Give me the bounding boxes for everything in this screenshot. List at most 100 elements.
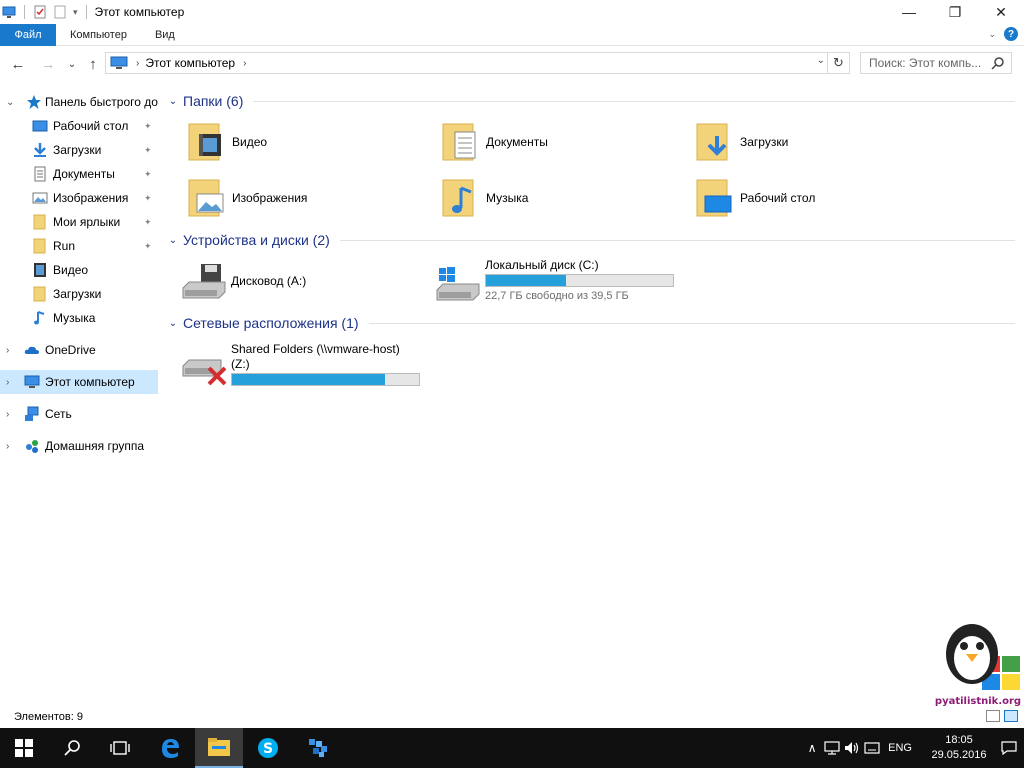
- sidebar-item-label: Музыка: [53, 311, 96, 325]
- video-icon: [34, 263, 46, 277]
- minimize-button[interactable]: —: [886, 0, 932, 24]
- clock-date: 29.05.2016: [931, 749, 987, 761]
- edge-icon: [162, 739, 179, 758]
- drive-usage-fill: [232, 374, 386, 385]
- folder-videos[interactable]: Видео: [165, 118, 415, 166]
- properties-icon[interactable]: [33, 5, 47, 19]
- address-dropdown-button[interactable]: ⌄: [817, 55, 825, 66]
- sidebar-item-label: OneDrive: [45, 343, 96, 357]
- desktop-folder-icon: [696, 179, 732, 217]
- forward-button[interactable]: →: [38, 54, 58, 74]
- group-header-network[interactable]: ⌄ Сетевые расположения (1): [165, 313, 1015, 333]
- folder-desktop[interactable]: Рабочий стол: [673, 174, 923, 222]
- computer-icon: [110, 56, 128, 69]
- sidebar-item-label: Видео: [53, 263, 89, 277]
- folder-downloads[interactable]: Загрузки: [673, 118, 923, 166]
- breadcrumb-separator[interactable]: ›: [243, 58, 246, 69]
- task-view-button[interactable]: [96, 728, 144, 768]
- collapse-icon[interactable]: ⌄: [6, 97, 16, 108]
- sidebar-item-music[interactable]: Музыка: [0, 306, 158, 330]
- group-header-folders[interactable]: ⌄ Папки (6): [165, 91, 1015, 111]
- window-title: Этот компьютер: [94, 5, 185, 19]
- sidebar-item-documents[interactable]: Документы ✦: [0, 162, 158, 186]
- downloads-folder-icon: [696, 123, 728, 161]
- sidebar-item-label: Загрузки: [53, 143, 102, 157]
- expand-icon[interactable]: ›: [6, 345, 16, 356]
- network-status-icon[interactable]: [822, 728, 842, 768]
- expand-icon[interactable]: ›: [6, 377, 16, 388]
- pixel-app-icon: [309, 739, 327, 757]
- refresh-button[interactable]: ↻: [827, 53, 849, 73]
- sidebar-item-homegroup[interactable]: › Домашняя группа: [0, 434, 158, 458]
- sidebar-item-downloads[interactable]: Загрузки ✦: [0, 138, 158, 162]
- app-button[interactable]: [294, 728, 342, 768]
- file-explorer-button[interactable]: [195, 728, 243, 768]
- group-divider: [368, 322, 1015, 324]
- sidebar-item-network[interactable]: › Сеть: [0, 402, 158, 426]
- expand-icon[interactable]: ›: [6, 441, 16, 452]
- input-language[interactable]: ENG: [888, 742, 912, 754]
- search-icon[interactable]: [991, 56, 1005, 70]
- breadcrumb[interactable]: Этот компьютер: [145, 56, 235, 70]
- pictures-icon: [32, 192, 48, 204]
- breadcrumb-separator[interactable]: ›: [136, 58, 139, 69]
- keyboard-icon[interactable]: [862, 728, 882, 768]
- drive-letter: (Z:): [231, 357, 250, 371]
- show-hidden-icons-button[interactable]: ∧: [802, 728, 822, 768]
- drive-floppy[interactable]: Дисковод (A:): [165, 252, 415, 312]
- tab-file[interactable]: Файл: [0, 23, 56, 46]
- pin-icon: ✦: [144, 216, 152, 227]
- network-drive-z[interactable]: Shared Folders (\\vmware-host) (Z:): [165, 336, 420, 396]
- back-button[interactable]: ←: [8, 54, 28, 74]
- drive-local-c[interactable]: Локальный диск (C:) 22,7 ГБ свободно из …: [419, 252, 674, 312]
- sidebar-item-desktop[interactable]: Рабочий стол ✦: [0, 114, 158, 138]
- sidebar-item-label: Рабочий стол: [53, 119, 129, 133]
- help-icon[interactable]: ?: [1004, 27, 1018, 41]
- sidebar-item-this-pc[interactable]: › Этот компьютер: [0, 370, 158, 394]
- maximize-button[interactable]: ❐: [932, 0, 978, 24]
- disconnected-network-drive-icon: [182, 359, 227, 386]
- collapse-group-icon[interactable]: ⌄: [165, 318, 181, 329]
- action-center-button[interactable]: [994, 728, 1024, 768]
- sidebar-item-onedrive[interactable]: › OneDrive: [0, 338, 158, 362]
- sidebar-item-my-shortcuts[interactable]: Мои ярлыки ✦: [0, 210, 158, 234]
- computer-icon[interactable]: [2, 5, 16, 19]
- sidebar-item-quick-access[interactable]: ⌄ Панель быстрого до: [0, 90, 158, 114]
- customize-toolbar-icon[interactable]: ▾: [73, 7, 78, 18]
- up-button[interactable]: ↑: [83, 54, 103, 74]
- clock[interactable]: 18:05 29.05.2016: [924, 733, 994, 763]
- sidebar-item-pictures[interactable]: Изображения ✦: [0, 186, 158, 210]
- volume-icon[interactable]: [842, 728, 862, 768]
- recent-locations-button[interactable]: ⌄: [62, 54, 82, 74]
- pin-icon: ✦: [144, 240, 152, 251]
- expand-icon[interactable]: ›: [6, 409, 16, 420]
- edge-button[interactable]: [146, 728, 194, 768]
- folder-documents[interactable]: Документы: [419, 118, 669, 166]
- sidebar-item-label: Run: [53, 239, 76, 253]
- drive-name: Shared Folders (\\vmware-host): [231, 342, 400, 356]
- drive-usage-bar: [231, 373, 420, 386]
- tab-computer[interactable]: Компьютер: [56, 24, 141, 46]
- tile-label: Музыка: [486, 191, 529, 205]
- sidebar-item-run[interactable]: Run ✦: [0, 234, 158, 258]
- windows-logo-icon: [15, 739, 33, 757]
- search-input[interactable]: Поиск: Этот компь...: [860, 52, 1012, 74]
- expand-ribbon-icon[interactable]: ⌄: [988, 29, 996, 40]
- sidebar-item-downloads-folder[interactable]: Загрузки: [0, 282, 158, 306]
- new-folder-icon[interactable]: [53, 5, 67, 19]
- folder-pictures[interactable]: Изображения: [165, 174, 415, 222]
- skype-button[interactable]: S: [244, 728, 292, 768]
- group-divider: [253, 100, 1015, 102]
- drive-usage-bar: [485, 274, 674, 287]
- sidebar-item-videos[interactable]: Видео: [0, 258, 158, 282]
- close-button[interactable]: ✕: [978, 0, 1024, 24]
- ribbon-tabs: Файл Компьютер Вид ⌄ ?: [0, 23, 1024, 46]
- folder-music[interactable]: Музыка: [419, 174, 669, 222]
- search-button[interactable]: [48, 728, 96, 768]
- start-button[interactable]: [0, 728, 48, 768]
- group-header-devices[interactable]: ⌄ Устройства и диски (2): [165, 230, 1015, 250]
- collapse-group-icon[interactable]: ⌄: [165, 235, 181, 246]
- collapse-group-icon[interactable]: ⌄: [165, 96, 181, 107]
- address-bar[interactable]: › Этот компьютер › ⌄ ↻: [105, 52, 850, 74]
- tab-view[interactable]: Вид: [141, 24, 189, 46]
